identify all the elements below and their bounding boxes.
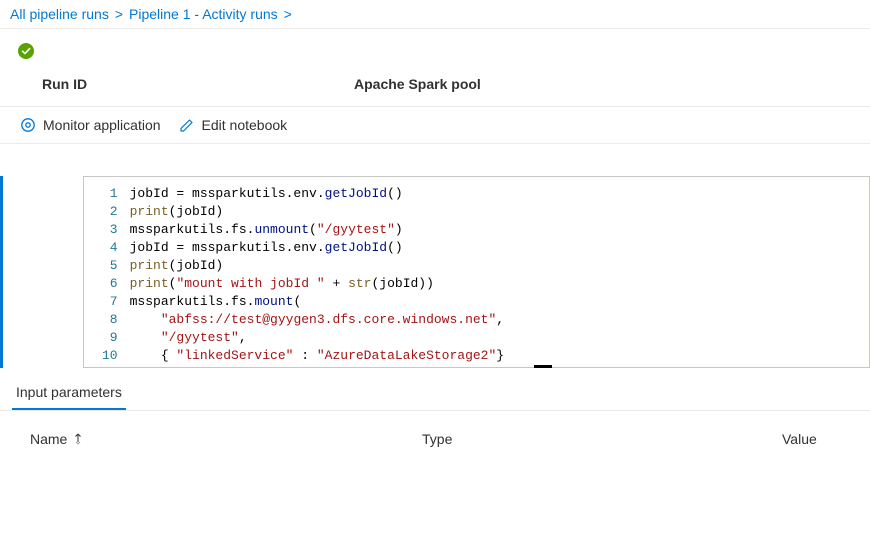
action-bar: Monitor application Edit notebook: [0, 106, 870, 144]
monitor-icon: [20, 117, 36, 133]
edit-icon: [179, 117, 195, 133]
column-header-value[interactable]: Value: [782, 431, 840, 447]
monitor-application-button[interactable]: Monitor application: [20, 117, 161, 133]
chevron-right-icon: >: [115, 6, 123, 22]
input-params-table-header: Name Type Value: [0, 411, 870, 457]
code-content: jobId = mssparkutils.env.getJobId()print…: [130, 185, 505, 359]
breadcrumb-link-pipeline-run[interactable]: Pipeline 1 - Activity runs: [129, 6, 278, 22]
status-row: [0, 29, 870, 62]
breadcrumb-link-all-runs[interactable]: All pipeline runs: [10, 6, 109, 22]
chevron-right-icon: >: [284, 6, 292, 22]
column-header-name-label: Name: [30, 431, 67, 447]
column-header-name[interactable]: Name: [30, 431, 422, 447]
spark-pool-label: Apache Spark pool: [354, 76, 870, 92]
edit-notebook-button[interactable]: Edit notebook: [179, 117, 288, 133]
notebook-cell: 12345678910 jobId = mssparkutils.env.get…: [0, 176, 870, 368]
line-number-gutter: 12345678910: [84, 185, 130, 359]
tab-input-parameters[interactable]: Input parameters: [12, 374, 126, 410]
edit-notebook-label: Edit notebook: [202, 117, 288, 133]
monitor-application-label: Monitor application: [43, 117, 161, 133]
sort-icon: [73, 433, 85, 445]
run-id-label: Run ID: [42, 76, 354, 92]
breadcrumb: All pipeline runs > Pipeline 1 - Activit…: [0, 0, 870, 29]
code-editor[interactable]: 12345678910 jobId = mssparkutils.env.get…: [83, 176, 870, 368]
column-header-type[interactable]: Type: [422, 431, 782, 447]
info-row: Run ID Apache Spark pool: [0, 62, 870, 106]
resize-handle[interactable]: [0, 368, 870, 374]
tabs-row: Input parameters: [0, 374, 870, 411]
success-icon: [18, 43, 34, 59]
